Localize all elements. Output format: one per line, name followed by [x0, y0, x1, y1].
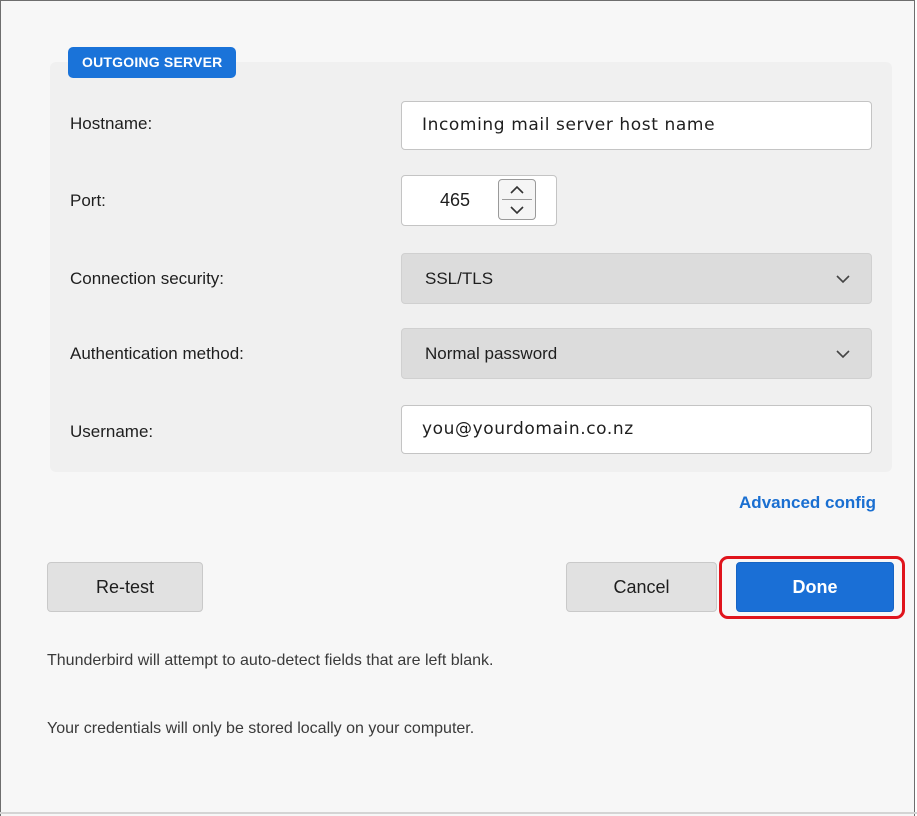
connection-security-value: SSL/TLS [425, 269, 494, 288]
stepper-up-icon[interactable] [499, 180, 535, 199]
stepper-down-icon[interactable] [499, 200, 535, 219]
outgoing-server-badge: OUTGOING SERVER [68, 47, 237, 78]
hostname-label: Hostname: [70, 114, 153, 133]
port-field[interactable]: 465 [401, 175, 557, 226]
cancel-button[interactable]: Cancel [566, 562, 717, 612]
retest-button[interactable]: Re-test [47, 562, 203, 612]
username-label: Username: [70, 422, 154, 441]
authentication-method-value: Normal password [425, 344, 558, 363]
connection-security-select[interactable]: SSL/TLS [401, 253, 872, 304]
port-stepper[interactable] [498, 179, 536, 220]
username-field[interactable]: you@yourdomain.co.nz [401, 405, 872, 454]
connection-security-label: Connection security: [70, 269, 225, 288]
authentication-method-label: Authentication method: [70, 344, 244, 363]
advanced-config-link[interactable]: Advanced config [739, 486, 876, 520]
done-button-highlight [719, 556, 905, 619]
auto-detect-note: Thunderbird will attempt to auto-detect … [47, 652, 494, 669]
port-label: Port: [70, 191, 106, 210]
credentials-note: Your credentials will only be stored loc… [47, 720, 475, 737]
port-value: 465 [440, 190, 471, 210]
chevron-down-icon [835, 329, 851, 378]
chevron-down-icon [835, 254, 851, 303]
panel-bottom-border [0, 812, 917, 814]
hostname-field[interactable]: Incoming mail server host name [401, 101, 872, 150]
authentication-method-select[interactable]: Normal password [401, 328, 872, 379]
